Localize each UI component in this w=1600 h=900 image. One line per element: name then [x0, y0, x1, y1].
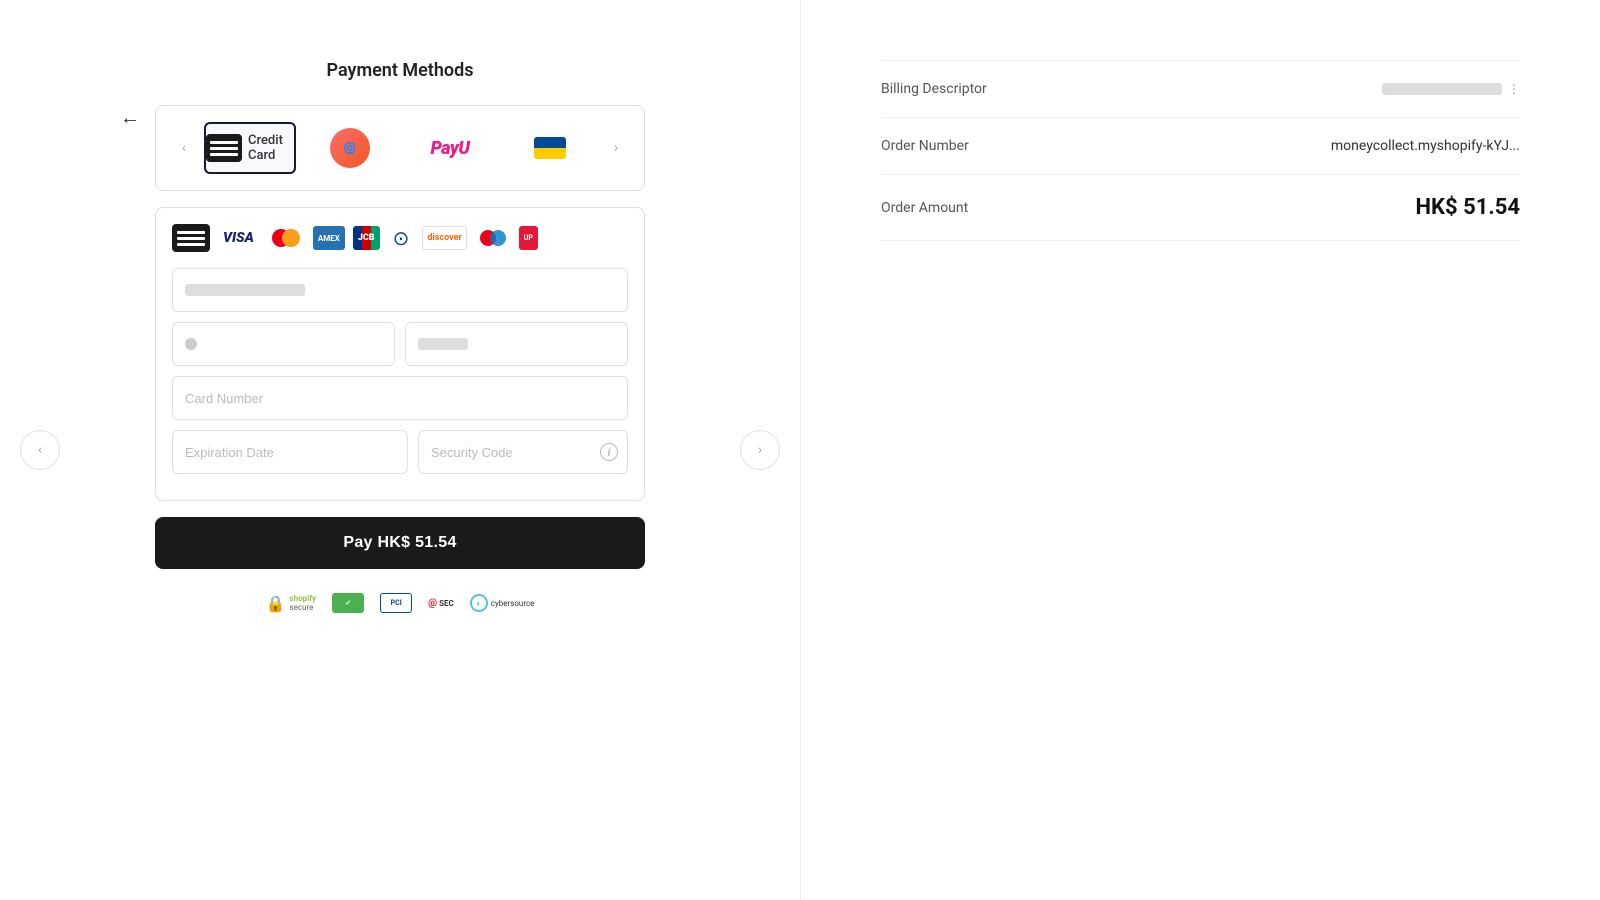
pci-icon: PCI	[380, 593, 412, 613]
unionpay-logo: UP	[519, 226, 538, 250]
security-badges: 🔒 shopify secure ✓ PCI @ SEC	[266, 593, 535, 613]
month-select[interactable]	[172, 322, 395, 366]
saferi-icon: 🌀	[330, 128, 370, 168]
card-number-input[interactable]	[172, 376, 628, 420]
bancontact-tab-content	[534, 137, 566, 159]
expiry-security-row: i	[172, 430, 628, 474]
blurred-char	[185, 338, 197, 350]
tab-next-arrow[interactable]: ›	[604, 136, 628, 160]
blurred-month-year-row	[172, 322, 628, 366]
jcb-logo: JCB	[353, 226, 380, 250]
tab-saferi[interactable]: 🌀	[304, 122, 396, 174]
card-chip-large-icon	[172, 224, 210, 252]
billing-descriptor-label: Billing Descriptor	[881, 81, 987, 97]
tab-credit-card[interactable]: Credit Card	[204, 122, 296, 174]
saferi-tab-content: 🌀	[330, 128, 370, 168]
shopify-secure-badge: 🔒 shopify secure	[266, 594, 317, 613]
diners-logo: ⊙	[388, 226, 415, 250]
card-logos-row: VISA AMEX JCB ⊙ discover UP	[172, 224, 628, 252]
order-amount-value: HK$ 51.54	[1416, 195, 1520, 220]
credit-card-label: Credit Card	[248, 133, 294, 163]
billing-descriptor-value: ⋮	[1382, 82, 1520, 96]
shopify-badge-text: shopify secure	[290, 594, 317, 612]
green-secure-icon: ✓	[332, 593, 364, 613]
card-form-container: VISA AMEX JCB ⊙ discover UP	[155, 207, 645, 501]
visa-logo: VISA	[218, 226, 259, 250]
back-button[interactable]: ←	[120, 105, 140, 130]
order-number-label: Order Number	[881, 138, 969, 154]
left-nav-arrow[interactable]: ‹	[20, 430, 60, 470]
payment-methods-container: ‹ Credit Card 🌀	[155, 105, 645, 191]
order-number-row: Order Number moneycollect.myshopify-kYJ.…	[881, 118, 1520, 175]
discover-logo: discover	[422, 226, 466, 250]
tab-prev-arrow[interactable]: ‹	[172, 136, 196, 160]
security-code-wrapper: i	[418, 430, 628, 474]
order-amount-row: Order Amount HK$ 51.54	[881, 175, 1520, 241]
security-code-info-icon[interactable]: i	[600, 443, 618, 461]
pay-button[interactable]: Pay HK$ 51.54	[155, 517, 645, 569]
bancontact-icon	[534, 137, 566, 159]
payment-tabs: ‹ Credit Card 🌀	[172, 122, 628, 174]
page-title: Payment Methods	[327, 60, 474, 81]
left-panel: ← ‹ › Payment Methods ‹ Credit Card	[0, 0, 800, 900]
billing-descriptor-dots: ⋮	[1508, 82, 1520, 96]
green-badge: ✓	[332, 593, 364, 613]
credit-card-chip-icon	[206, 134, 242, 162]
billing-descriptor-row: Billing Descriptor ⋮	[881, 60, 1520, 118]
security-code-input[interactable]	[418, 430, 628, 474]
cybersource-icon: ◐ cybersource	[470, 594, 535, 612]
payu-label: PayU	[430, 138, 469, 159]
expiry-date-input[interactable]	[172, 430, 408, 474]
asec-icon: @ SEC	[428, 598, 454, 609]
tab-bancontact[interactable]	[504, 122, 596, 174]
blurred-short-value	[418, 338, 468, 350]
shopify-lock-icon: 🔒	[266, 594, 286, 613]
amex-logo: AMEX	[313, 226, 345, 250]
asec-badge: @ SEC	[428, 598, 454, 609]
right-panel: Billing Descriptor ⋮ Order Number moneyc…	[800, 0, 1600, 900]
pci-badge: PCI	[380, 593, 412, 613]
blurred-name-value	[185, 284, 305, 296]
cybersource-badge: ◐ cybersource	[470, 594, 535, 612]
right-nav-arrow[interactable]: ›	[740, 430, 780, 470]
order-number-value: moneycollect.myshopify-kYJ...	[1331, 138, 1520, 154]
maestro-logo	[475, 226, 511, 250]
order-amount-label: Order Amount	[881, 200, 968, 216]
mastercard-logo	[267, 226, 305, 250]
cardholder-name-field[interactable]	[172, 268, 628, 312]
credit-card-tab-content: Credit Card	[206, 133, 294, 163]
tab-payu[interactable]: PayU	[404, 122, 496, 174]
year-select[interactable]	[405, 322, 628, 366]
billing-descriptor-blurred	[1382, 83, 1502, 95]
